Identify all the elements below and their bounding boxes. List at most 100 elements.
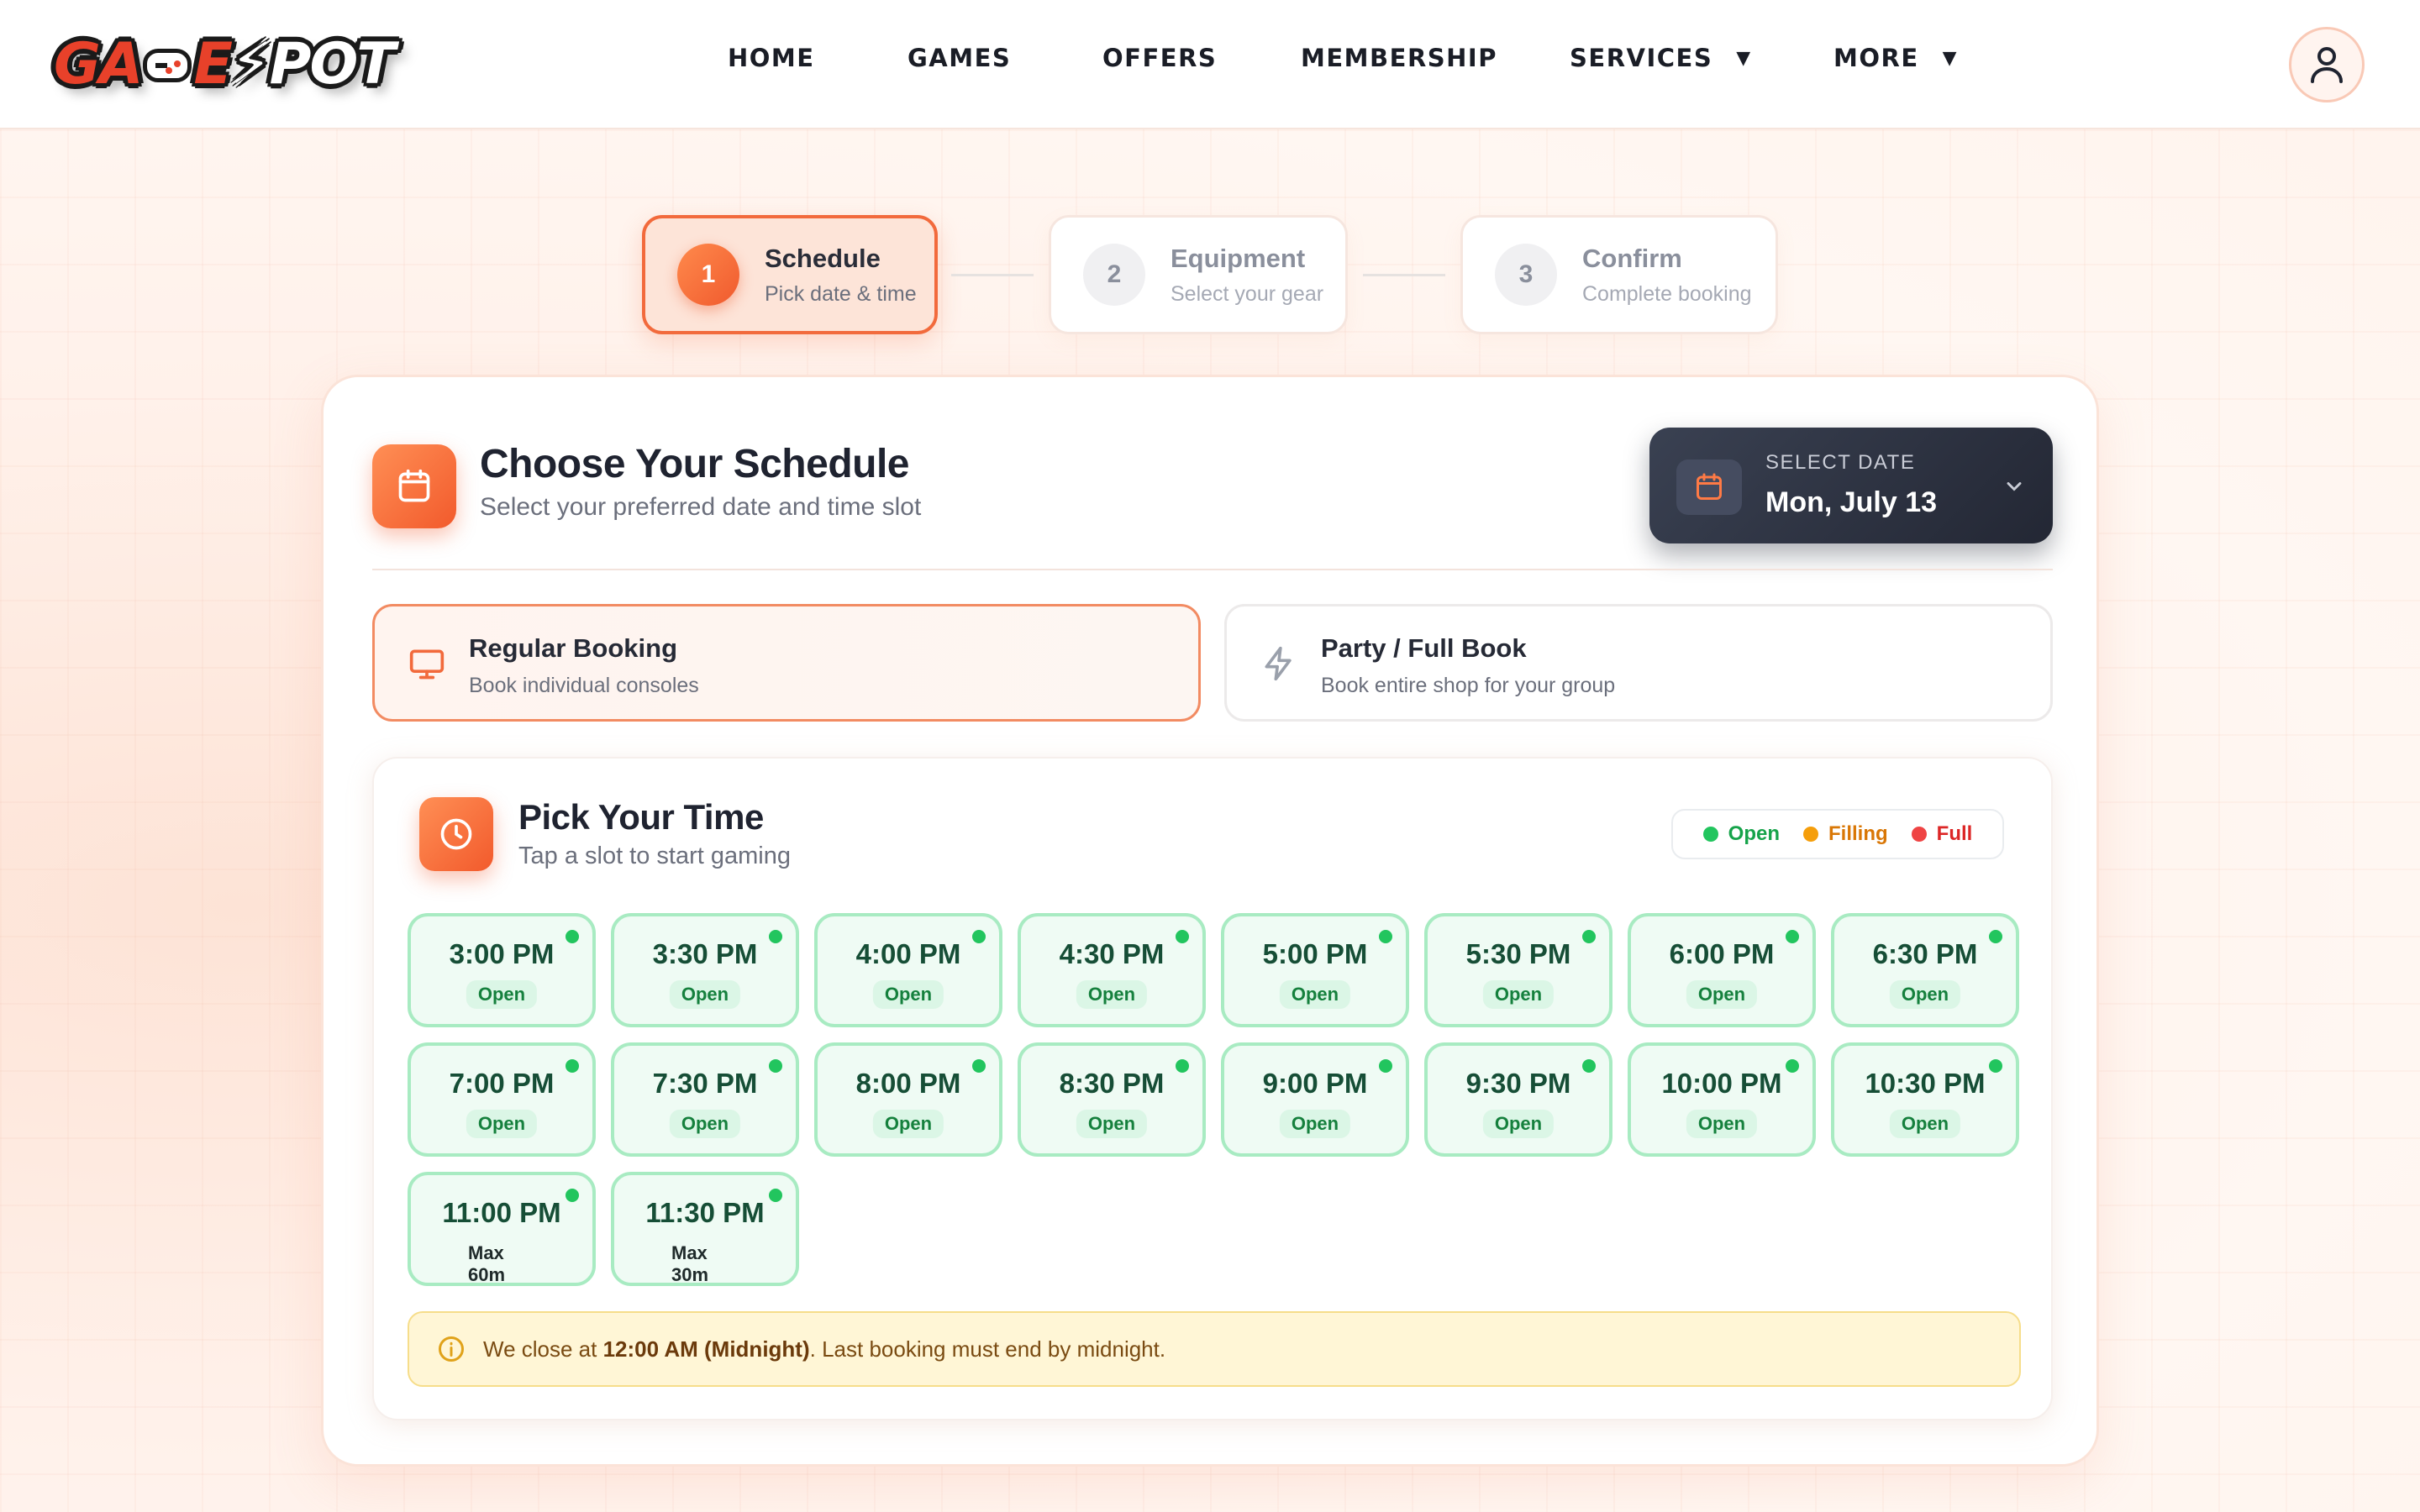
slot-time: 9:30 PM — [1465, 1068, 1571, 1099]
time-slot[interactable]: 9:30 PM Open — [1424, 1042, 1612, 1157]
slot-status: Open — [1889, 1110, 1961, 1138]
time-slot[interactable]: 11:00 PM Max 60m — [408, 1172, 596, 1286]
regular-booking-option[interactable]: Regular Booking Book individual consoles — [372, 604, 1201, 722]
slot-status: Open — [669, 980, 741, 1009]
time-picker-panel: Pick Your Time Tap a slot to start gamin… — [372, 757, 2053, 1420]
time-slot[interactable]: 4:00 PM Open — [814, 913, 1002, 1027]
slot-status: Open — [1889, 980, 1961, 1009]
caret-down-icon: ▼ — [1736, 47, 1752, 69]
chevron-down-icon — [2007, 482, 2022, 491]
user-account-button[interactable] — [2289, 27, 2365, 102]
time-slot[interactable]: 8:00 PM Open — [814, 1042, 1002, 1157]
step-connector — [951, 274, 1034, 276]
monitor-icon — [409, 649, 445, 680]
legend-full: Full — [1911, 822, 1972, 846]
slot-time: 9:00 PM — [1262, 1068, 1368, 1099]
step-subtitle: Pick date & time — [765, 281, 917, 306]
caret-down-icon: ▼ — [1942, 47, 1959, 69]
time-slot[interactable]: 3:30 PM Open — [611, 913, 799, 1027]
slot-time: 5:00 PM — [1262, 938, 1368, 969]
slot-time: 10:30 PM — [1865, 1068, 1986, 1099]
calendar-icon — [1676, 459, 1742, 515]
time-slot[interactable]: 9:00 PM Open — [1221, 1042, 1409, 1157]
nav-more[interactable]: MORE ▼ — [1833, 44, 1958, 72]
nav-services[interactable]: SERVICES ▼ — [1570, 44, 1833, 72]
slot-status: Open — [1279, 1110, 1351, 1138]
step-schedule[interactable]: 1 Schedule Pick date & time — [642, 215, 938, 334]
time-slot[interactable]: 7:00 PM Open — [408, 1042, 596, 1157]
time-slot[interactable]: 5:00 PM Open — [1221, 913, 1409, 1027]
step-confirm[interactable]: 3 Confirm Complete booking — [1460, 215, 1778, 334]
slot-time: 10:00 PM — [1661, 1068, 1782, 1099]
date-value: Mon, July 13 — [1765, 486, 1938, 518]
slot-time: 7:00 PM — [449, 1068, 555, 1099]
time-slot[interactable]: 11:30 PM Max 30m — [611, 1172, 799, 1286]
time-slot[interactable]: 8:30 PM Open — [1018, 1042, 1206, 1157]
slot-time: 11:30 PM — [645, 1197, 765, 1228]
time-slot[interactable]: 10:00 PM Open — [1628, 1042, 1816, 1157]
slot-status: Open — [1482, 980, 1555, 1009]
schedule-subtitle: Select your preferred date and time slot — [480, 493, 922, 521]
step-subtitle: Select your gear — [1171, 281, 1324, 306]
step-title: Schedule — [765, 243, 881, 273]
slot-status: Open — [1686, 1110, 1758, 1138]
schedule-title: Choose Your Schedule — [480, 442, 910, 486]
slot-time: 8:30 PM — [1059, 1068, 1165, 1099]
legend-open: Open — [1702, 822, 1780, 846]
gamepad-icon — [143, 49, 192, 82]
nav-offers[interactable]: OFFERS — [1102, 44, 1301, 72]
time-slot[interactable]: 3:00 PM Open — [408, 913, 596, 1027]
nav-home[interactable]: HOME — [728, 44, 908, 72]
step-title: Equipment — [1171, 243, 1306, 273]
slot-time: 6:30 PM — [1872, 938, 1978, 969]
slot-time: 3:30 PM — [652, 938, 758, 969]
booking-type-title: Party / Full Book — [1321, 633, 1527, 663]
time-picker-subtitle: Tap a slot to start gaming — [518, 843, 791, 869]
header-divider — [372, 569, 2053, 570]
time-slot[interactable]: 6:30 PM Open — [1831, 913, 2019, 1027]
slot-status: Open — [1482, 1110, 1555, 1138]
booking-type-title: Regular Booking — [469, 633, 678, 663]
time-slot[interactable]: 6:00 PM Open — [1628, 913, 1816, 1027]
slot-status: Open — [466, 980, 538, 1009]
party-booking-option[interactable]: Party / Full Book Book entire shop for y… — [1224, 604, 2053, 722]
time-slot[interactable]: 4:30 PM Open — [1018, 913, 1206, 1027]
slot-status: Open — [1686, 980, 1758, 1009]
slot-time: 3:00 PM — [449, 938, 555, 969]
user-icon — [2311, 47, 2343, 83]
lightning-icon — [1265, 646, 1292, 681]
nav-membership[interactable]: MEMBERSHIP — [1301, 44, 1570, 72]
booking-type-subtitle: Book entire shop for your group — [1321, 674, 1616, 697]
clock-icon — [419, 797, 493, 871]
slot-status: Open — [872, 980, 944, 1009]
slot-status: Open — [1076, 980, 1148, 1009]
step-number: 1 — [677, 244, 739, 306]
step-subtitle: Complete booking — [1582, 281, 1752, 306]
date-selector[interactable]: SELECT DATE Mon, July 13 — [1649, 428, 2053, 543]
gamespot-logo[interactable]: GA E ⚡ POT — [54, 31, 396, 97]
slot-time: 6:00 PM — [1669, 938, 1775, 969]
step-connector — [1363, 274, 1445, 276]
slot-time: 8:00 PM — [855, 1068, 961, 1099]
step-equipment[interactable]: 2 Equipment Select your gear — [1049, 215, 1348, 334]
slot-time: 11:00 PM — [442, 1197, 561, 1228]
time-picker-title: Pick Your Time — [518, 797, 764, 837]
time-slot[interactable]: 7:30 PM Open — [611, 1042, 799, 1157]
time-slot[interactable]: 10:30 PM Open — [1831, 1042, 2019, 1157]
top-navbar: GA E ⚡ POT HOME GAMES OFFERS MEMBERSHIP SER… — [0, 0, 2420, 129]
schedule-card: Choose Your Schedule Select your preferr… — [321, 375, 2099, 1467]
slot-status: Open — [466, 1110, 538, 1138]
slot-status: Open — [872, 1110, 944, 1138]
slot-time: 4:30 PM — [1059, 938, 1165, 969]
time-slot[interactable]: 5:30 PM Open — [1424, 913, 1612, 1027]
legend-filling: Filling — [1803, 822, 1888, 846]
slot-status: Open — [1076, 1110, 1148, 1138]
step-title: Confirm — [1582, 243, 1682, 273]
slot-status: Max 30m — [671, 1242, 709, 1285]
slot-status: Open — [669, 1110, 741, 1138]
closing-notice-text: We close at 12:00 AM (Midnight). Last bo… — [483, 1336, 1166, 1362]
closing-notice: We close at 12:00 AM (Midnight). Last bo… — [408, 1311, 2021, 1387]
info-icon — [439, 1336, 464, 1362]
nav-games[interactable]: GAMES — [908, 44, 1102, 72]
slot-time: 7:30 PM — [652, 1068, 758, 1099]
